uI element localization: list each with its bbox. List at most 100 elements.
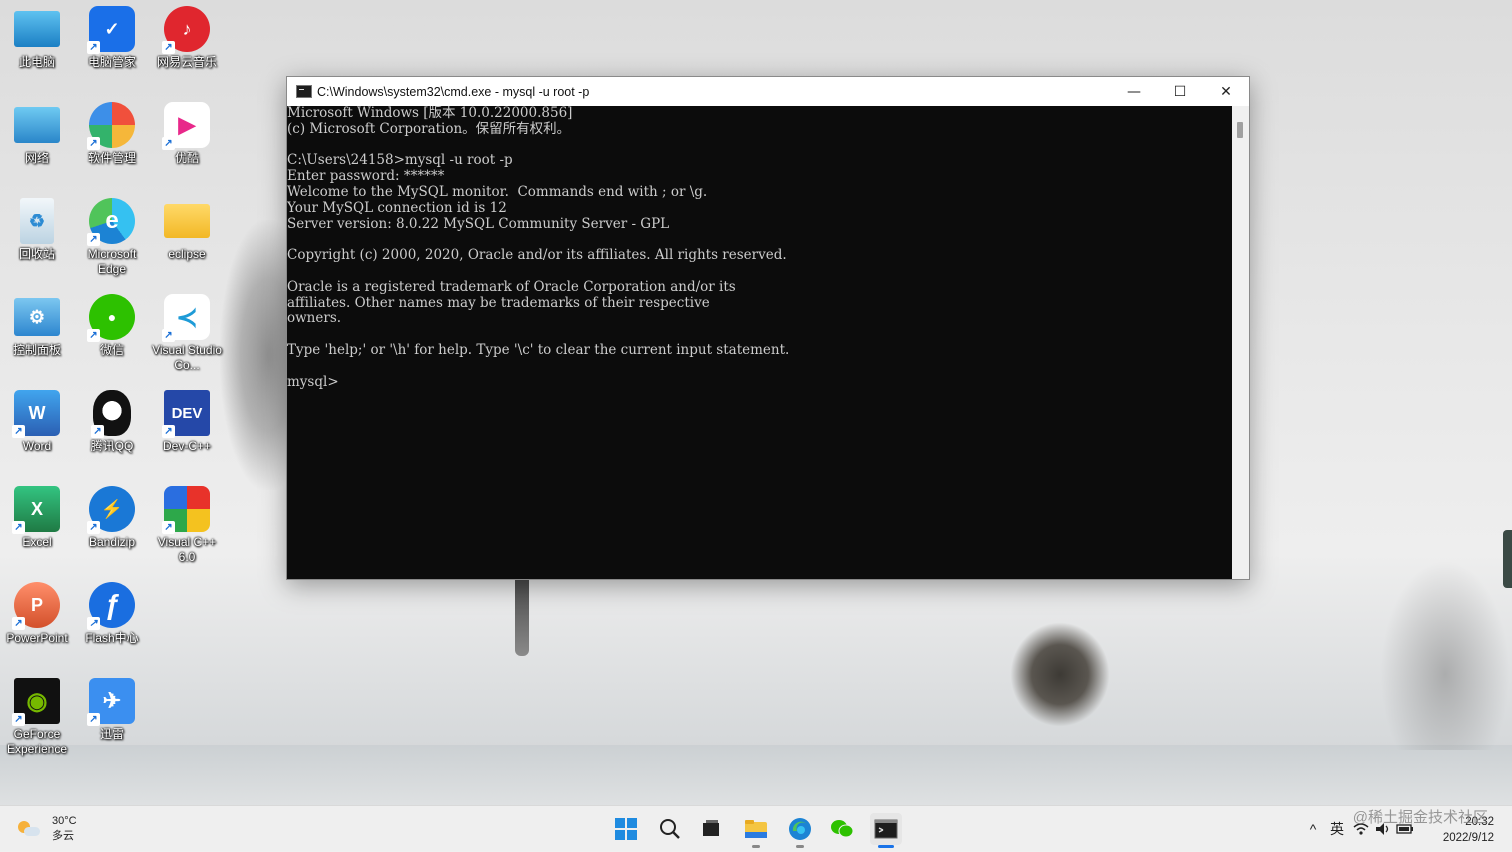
network-icon <box>14 107 60 143</box>
file-explorer-button[interactable] <box>740 813 772 848</box>
folder-icon <box>745 820 767 838</box>
console-line: Microsoft Windows [版本 10.0.22000.856] <box>287 106 573 121</box>
desktop-icon-vscode[interactable]: ≺ ↗ Visual Studio Co... <box>149 294 225 373</box>
desktop-icon-network[interactable]: 网络 <box>0 102 75 166</box>
console-output[interactable]: Microsoft Windows [版本 10.0.22000.856] (c)… <box>287 106 1231 579</box>
desktop-icon-this-pc[interactable]: 此电脑 <box>0 6 75 70</box>
desktop-icon-youku[interactable]: ▶ ↗ 优酷 <box>149 102 225 166</box>
minimize-button[interactable]: — <box>1111 77 1157 106</box>
devcpp-icon: DEV ↗ <box>162 390 210 438</box>
cmd-window[interactable]: C:\Windows\system32\cmd.exe - mysql -u r… <box>286 76 1250 580</box>
console-line: Enter password: ****** <box>287 168 445 185</box>
computer-icon <box>14 11 60 47</box>
console-line: Oracle is a registered trademark of Orac… <box>287 278 736 295</box>
console-line: Your MySQL connection id is 12 <box>287 199 507 216</box>
search-icon <box>660 819 680 839</box>
cmd-app-icon <box>296 85 312 98</box>
word-icon: W ↗ <box>12 390 60 438</box>
desktop-icon-devcpp[interactable]: DEV ↗ Dev-C++ <box>149 390 225 454</box>
search-button[interactable] <box>654 813 686 845</box>
weather-widget[interactable]: 30°C 多云 <box>18 814 77 844</box>
control-panel-icon: ⚙ <box>14 298 60 336</box>
console-line: (c) Microsoft Corporation。保留所有权利。 <box>287 120 571 137</box>
desktop-icon-flash[interactable]: ƒ ↗ Flash中心 <box>74 582 150 646</box>
qq-icon: ↗ <box>91 390 131 438</box>
background-trees <box>1380 560 1510 750</box>
folder-icon <box>164 204 210 238</box>
edge-widget-handle[interactable] <box>1503 530 1512 588</box>
close-button[interactable]: ✕ <box>1203 77 1249 106</box>
desktop-icon-software-manager[interactable]: ↗ 软件管理 <box>74 102 150 166</box>
desktop-icon-visual-cpp[interactable]: ↗ Visual C++ 6.0 <box>149 486 225 565</box>
shield-icon: ✓ ↗ <box>87 6 135 54</box>
console-line: Copyright (c) 2000, 2020, Oracle and/or … <box>287 247 787 264</box>
desktop-icon-control-panel[interactable]: ⚙ 控制面板 <box>0 294 75 358</box>
desktop-icon-geforce[interactable]: ◉ ↗ GeForce Experience <box>0 678 75 757</box>
weather-temperature: 30°C <box>52 815 77 827</box>
console-line: Type 'help;' or '\h' for help. Type '\c'… <box>287 341 790 358</box>
edge-icon <box>789 818 811 840</box>
visual-cpp-icon: ↗ <box>162 486 210 534</box>
console-line: C:\Users\24158>mysql -u root -p <box>287 152 513 169</box>
desktop-icon-edge[interactable]: e ↗ Microsoft Edge <box>74 198 150 277</box>
edge-button[interactable] <box>784 813 816 848</box>
background-spire <box>515 578 529 656</box>
music-icon: ♪ ↗ <box>162 6 210 54</box>
scrollbar-thumb[interactable] <box>1237 122 1243 138</box>
weather-condition: 多云 <box>52 830 74 842</box>
clock-date: 2022/9/12 <box>1442 832 1494 844</box>
start-button[interactable] <box>610 813 642 845</box>
show-hidden-icons-chevron-icon[interactable]: ^ <box>1302 821 1324 837</box>
console-line: mysql> <box>287 373 339 390</box>
maximize-button[interactable]: ☐ <box>1157 77 1203 106</box>
console-scrollbar[interactable] <box>1232 106 1249 579</box>
excel-icon: X ↗ <box>12 486 60 534</box>
desktop-icon-netease-music[interactable]: ♪ ↗ 网易云音乐 <box>149 6 225 70</box>
console-line: owners. <box>287 310 342 327</box>
desktop-icon-excel[interactable]: X ↗ Excel <box>0 486 75 550</box>
watermark: @稀土掘金技术社区 <box>1352 809 1488 826</box>
bandizip-icon: ⚡ ↗ <box>87 486 135 534</box>
desktop-icon-qq[interactable]: ↗ 腾讯QQ <box>74 390 150 454</box>
desktop-icon-wechat[interactable]: ● ↗ 微信 <box>74 294 150 358</box>
wechat-icon <box>831 820 854 838</box>
taskbar: 30°C 多云 ^ 英 20:32 2022/9/12 <box>0 805 1512 852</box>
recycle-bin-icon: ♻ <box>20 198 54 244</box>
cmd-window-title: C:\Windows\system32\cmd.exe - mysql -u r… <box>317 84 590 99</box>
windows-logo-icon <box>615 818 637 840</box>
ime-indicator[interactable]: 英 <box>1324 819 1350 839</box>
cmd-icon <box>874 819 898 839</box>
nvidia-icon: ◉ ↗ <box>12 678 60 726</box>
desktop-icon-xunlei[interactable]: ✈ ↗ 迅雷 <box>74 678 150 742</box>
background-ice-field <box>0 745 1512 805</box>
desktop-icon-powerpoint[interactable]: P ↗ PowerPoint <box>0 582 75 646</box>
vscode-icon: ≺ ↗ <box>162 294 210 342</box>
background-rider <box>1010 622 1110 727</box>
console-line: affiliates. Other names may be trademark… <box>287 294 710 311</box>
task-view-button[interactable] <box>695 813 727 845</box>
xunlei-icon: ✈ ↗ <box>87 678 135 726</box>
task-view-icon <box>703 820 719 836</box>
cmd-titlebar[interactable]: C:\Windows\system32\cmd.exe - mysql -u r… <box>287 77 1249 106</box>
powerpoint-icon: P ↗ <box>12 582 60 630</box>
desktop-icon-word[interactable]: W ↗ Word <box>0 390 75 454</box>
desktop-icon-bandizip[interactable]: ⚡ ↗ Bandizip <box>74 486 150 550</box>
partly-cloudy-icon <box>18 821 40 837</box>
console-line: Welcome to the MySQL monitor. Commands e… <box>287 183 708 200</box>
desktop-icon-recycle-bin[interactable]: ♻ 回收站 <box>0 198 75 262</box>
console-line: Server version: 8.0.22 MySQL Community S… <box>287 215 670 232</box>
wechat-icon: ● ↗ <box>87 294 135 342</box>
wechat-button[interactable] <box>826 813 858 845</box>
edge-icon: e ↗ <box>87 198 135 246</box>
terminal-button[interactable] <box>870 813 902 848</box>
youku-icon: ▶ ↗ <box>162 102 210 150</box>
app-store-icon: ↗ <box>87 102 135 150</box>
desktop-icon-eclipse[interactable]: eclipse <box>149 198 225 262</box>
desktop-icon-pc-manager[interactable]: ✓ ↗ 电脑管家 <box>74 6 150 70</box>
flash-icon: ƒ ↗ <box>87 582 135 630</box>
